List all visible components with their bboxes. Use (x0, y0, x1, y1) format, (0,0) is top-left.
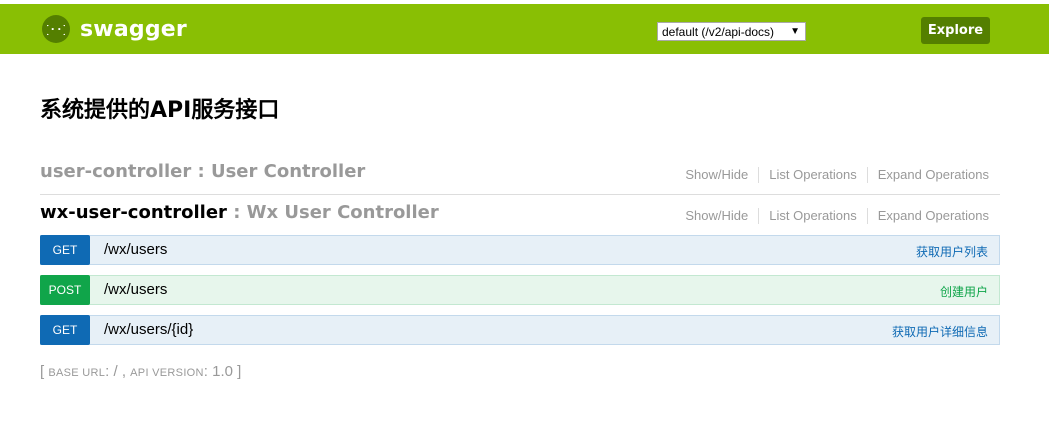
list-operations-link[interactable]: List Operations (758, 167, 866, 183)
list-operations-link[interactable]: List Operations (758, 208, 866, 224)
svg-text:{··}: {··} (47, 23, 65, 36)
api-spec-select[interactable]: default (/v2/api-docs) ▼ (657, 22, 806, 41)
operation-path[interactable]: /wx/users/{id} (104, 321, 193, 338)
resource-options: Show/Hide List Operations Expand Operati… (685, 208, 989, 224)
expand-operations-link[interactable]: Expand Operations (866, 167, 989, 183)
resource-separator: : (226, 202, 247, 223)
api-info-footer: [ BASE URL: / , API VERSION: 1.0 ] (40, 363, 241, 380)
top-border (0, 0, 1049, 4)
base-url-label: BASE URL (48, 367, 106, 379)
resource-description: Wx User Controller (246, 202, 439, 223)
operation-get-users[interactable]: GET /wx/users 获取用户列表 (40, 235, 1000, 265)
resource-divider (40, 194, 1000, 195)
operation-summary[interactable]: 获取用户列表 (916, 243, 988, 260)
show-hide-link[interactable]: Show/Hide (685, 167, 758, 183)
http-method-badge[interactable]: GET (40, 315, 90, 345)
operation-path[interactable]: /wx/users (104, 281, 167, 298)
explore-button[interactable]: Explore (921, 17, 990, 44)
operation-post-users[interactable]: POST /wx/users 创建用户 (40, 275, 1000, 305)
operation-get-user-by-id[interactable]: GET /wx/users/{id} 获取用户详细信息 (40, 315, 1000, 345)
api-spec-select-value: default (/v2/api-docs) (662, 24, 775, 39)
logo-text: swagger (80, 16, 187, 42)
resource-options: Show/Hide List Operations Expand Operati… (685, 167, 989, 183)
top-bar: {··} swagger default (/v2/api-docs) ▼ Ex… (0, 0, 1049, 54)
resource-description: User Controller (210, 161, 366, 182)
api-version-label: API VERSION (130, 367, 204, 379)
show-hide-link[interactable]: Show/Hide (685, 208, 758, 224)
resource-heading[interactable]: wx-user-controller : Wx User Controller (40, 202, 439, 223)
operation-summary[interactable]: 获取用户详细信息 (892, 323, 988, 340)
resource-separator: : (191, 161, 211, 182)
page-title: 系统提供的API服务接口 (40, 98, 280, 123)
http-method-badge[interactable]: POST (40, 275, 90, 305)
resource-path[interactable]: wx-user-controller (40, 202, 227, 223)
base-url-value: : / , (105, 363, 131, 380)
footer-close-bracket: ] (232, 363, 242, 380)
swagger-logo-icon: {··} (42, 15, 70, 43)
http-method-badge[interactable]: GET (40, 235, 90, 265)
dropdown-caret-icon: ▼ (790, 26, 800, 37)
resource-path[interactable]: user-controller (40, 161, 191, 182)
api-version-value: : 1.0 (203, 363, 233, 380)
resource-heading[interactable]: user-controller : User Controller (40, 161, 365, 182)
expand-operations-link[interactable]: Expand Operations (866, 208, 989, 224)
operation-path[interactable]: /wx/users (104, 241, 167, 258)
swagger-logo[interactable]: {··} swagger (42, 15, 187, 43)
operation-summary[interactable]: 创建用户 (940, 283, 988, 300)
